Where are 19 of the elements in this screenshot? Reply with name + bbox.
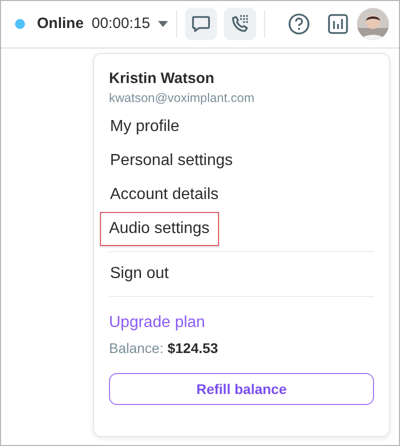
user-email: kwatson@voximplant.com bbox=[109, 91, 256, 106]
menu-item[interactable]: Account details bbox=[109, 178, 220, 212]
menu-item[interactable]: Sign out bbox=[109, 257, 170, 291]
caret-icon[interactable] bbox=[158, 21, 168, 27]
balance-label: Balance: bbox=[109, 340, 164, 357]
help-icon bbox=[288, 13, 310, 35]
menu-item[interactable]: My profile bbox=[109, 110, 180, 144]
refill-button[interactable]: Refill balance bbox=[109, 372, 374, 405]
balance-value: $124.53 bbox=[167, 340, 218, 357]
phone-button[interactable] bbox=[224, 8, 256, 40]
chart-icon bbox=[327, 13, 350, 35]
user-name: Kristin Watson bbox=[109, 70, 216, 88]
status-timer: 00:00:15 bbox=[92, 14, 150, 34]
upgrade-link[interactable]: Upgrade plan bbox=[109, 314, 206, 331]
chat-button[interactable] bbox=[185, 8, 218, 40]
menu-item[interactable]: Audio settings bbox=[100, 212, 219, 246]
status-label: Online bbox=[37, 14, 84, 34]
menu-item[interactable]: Personal settings bbox=[109, 144, 234, 178]
chat-icon bbox=[191, 14, 212, 34]
